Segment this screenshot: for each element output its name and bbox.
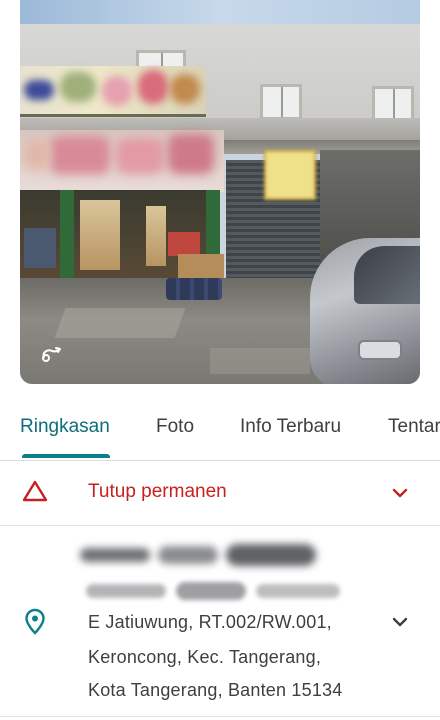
tab-tentang[interactable]: Tentar — [388, 416, 440, 438]
tab-foto[interactable]: Foto — [156, 416, 194, 438]
warning-triangle-icon — [22, 479, 48, 503]
photo-signboard — [20, 66, 206, 117]
photo-sign — [264, 150, 316, 200]
location-pin-icon — [24, 608, 46, 636]
tab-info-terbaru[interactable]: Info Terbaru — [240, 416, 341, 438]
status-label: Tutup permanen — [88, 481, 227, 502]
redacted-address-line — [86, 578, 342, 604]
photo-poster — [24, 228, 56, 268]
photo-shelf — [168, 232, 200, 256]
redacted-address-line — [80, 542, 320, 568]
address-line-2: Keroncong, Kec. Tangerang, — [88, 647, 322, 667]
photo-car-light — [358, 340, 402, 360]
active-tab-indicator — [22, 454, 110, 458]
place-details-screen: Ringkasan Foto Info Terbaru Tentar Tutup… — [0, 0, 440, 720]
tab-bar: Ringkasan Foto Info Terbaru Tentar — [0, 392, 440, 461]
address-line-3: Kota Tangerang, Banten 15134 — [88, 680, 343, 700]
street-view-photo[interactable] — [20, 0, 420, 384]
photo-car-window — [354, 246, 420, 304]
photo-boxes — [178, 254, 224, 278]
chevron-down-icon[interactable] — [390, 483, 410, 503]
tab-ringkasan[interactable]: Ringkasan — [20, 416, 110, 438]
photo-window — [372, 86, 414, 122]
address-line-1: E Jatiuwung, RT.002/RW.001, — [88, 612, 332, 632]
photo-post — [60, 190, 74, 282]
street-view-path-icon[interactable] — [40, 346, 62, 364]
address-row[interactable]: E Jatiuwung, RT.002/RW.001, Keroncong, K… — [0, 526, 440, 717]
photo-window — [260, 84, 302, 120]
photo-jugs — [166, 278, 222, 300]
status-row[interactable]: Tutup permanen — [0, 461, 440, 526]
photo-awning — [20, 130, 224, 192]
chevron-down-icon[interactable] — [390, 612, 410, 632]
photo-shelf — [146, 206, 166, 266]
photo-shelf — [80, 200, 120, 270]
